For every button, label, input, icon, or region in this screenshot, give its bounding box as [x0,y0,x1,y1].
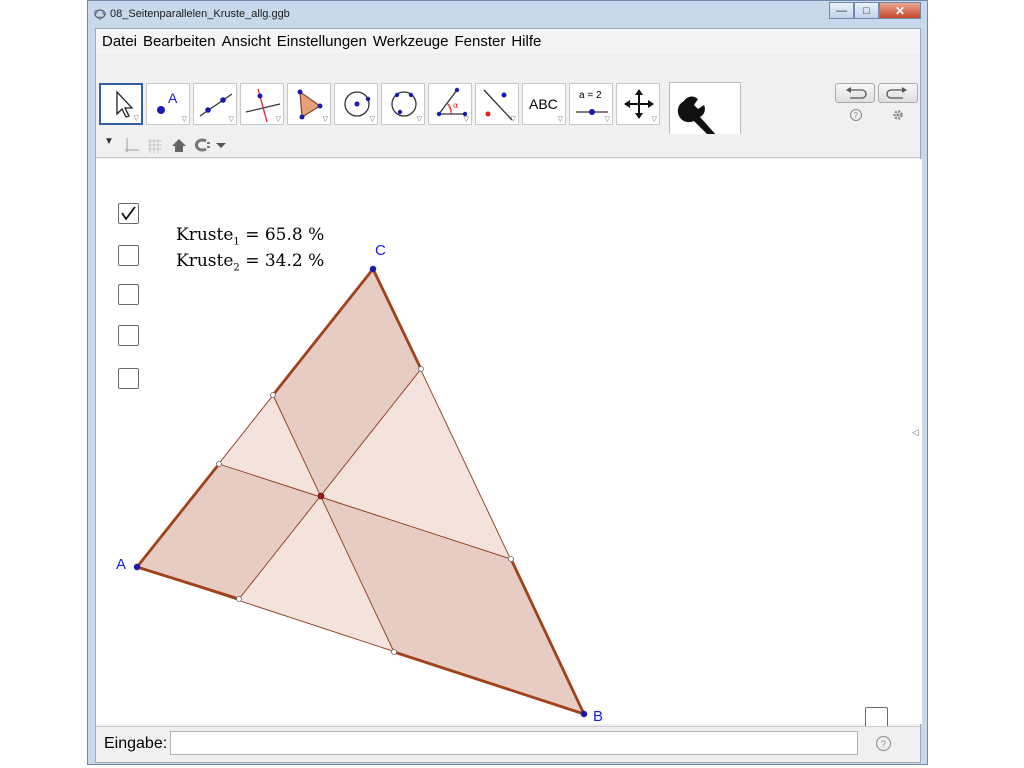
slider-tool-button[interactable]: a = 2 ▽ [569,83,613,125]
home-icon[interactable] [171,137,187,153]
style-bar: ▼ [96,134,920,158]
point-label-c: C [375,242,386,259]
reflect-tool-button[interactable]: ▽ [475,83,519,125]
menu-fenster[interactable]: Fenster [451,33,508,50]
point-label-a: A [116,556,127,573]
checkbox-3[interactable] [118,284,139,305]
kruste2-index: 2 [233,262,240,274]
input-bar: Eingabe: ? [96,726,920,762]
algebra-view-toggle-icon[interactable]: ◁ [912,427,922,443]
redo-button[interactable] [878,83,918,103]
graphics-view[interactable]: Kruste1 = 65.8 % Kruste2 = 34.2 % A B C … [96,159,922,730]
undo-button[interactable] [835,83,875,103]
line-tool-button[interactable]: ▽ [193,83,237,125]
menu-werkzeuge[interactable]: Werkzeuge [370,33,452,50]
kruste1-name: Kruste [176,225,234,245]
text-tool-button[interactable]: ABC ▽ [522,83,566,125]
checkbox-4[interactable] [118,325,139,346]
angle-tool-button[interactable]: α ▽ [428,83,472,125]
kruste1-text: Kruste1 = 65.8 % [176,225,324,247]
window-title: 08_Seitenparallelen_Kruste_allg.ggb [110,8,290,20]
kruste2-name: Kruste [176,251,234,271]
checkbox-2[interactable] [118,245,139,266]
undo-icon [846,87,867,99]
grid-icon[interactable] [146,137,164,155]
minimize-button[interactable]: — [829,2,854,19]
app-client: Datei Bearbeiten Ansicht Einstellungen W… [95,28,922,763]
polygon-tool-button[interactable]: ▽ [287,83,331,125]
menu-bar: Datei Bearbeiten Ansicht Einstellungen W… [96,29,920,53]
input-label: Eingabe: [104,735,168,752]
menu-ansicht[interactable]: Ansicht [219,33,274,50]
menu-einstellungen[interactable]: Einstellungen [274,33,370,50]
text-tool-label: ABC [529,96,558,112]
circle-center-tool-button[interactable]: ▽ [334,83,378,125]
svg-text:?: ? [854,111,859,120]
perpendicular-tool-button[interactable]: ▽ [240,83,284,125]
point-capturing-icon[interactable] [194,137,230,153]
menu-bearbeiten[interactable]: Bearbeiten [140,33,219,50]
menu-datei[interactable]: Datei [99,33,140,50]
gear-icon[interactable] [891,108,905,122]
input-field[interactable] [170,731,858,755]
toolbar: ▽ A ▽ ▽ ▽ ▽ ▽ ▽ α ▽ ▽ ABC ▽ a = 2 ▽ ▽ ? [96,54,920,171]
kruste2-value: = 34.2 % [245,251,325,271]
checkbox-5[interactable] [118,368,139,389]
window-controls: — □ ✕ [829,2,921,20]
help-icon[interactable]: ? [849,108,863,122]
stylebar-toggle-icon[interactable]: ▼ [104,136,114,147]
geogebra-icon [94,9,106,20]
checkmark-icon [121,206,136,221]
move-tool-button[interactable]: ▽ [99,83,143,125]
close-button[interactable]: ✕ [879,2,921,19]
point-tool-label: A [168,90,178,106]
redo-icon [886,87,907,99]
kruste1-index: 1 [233,236,240,248]
kruste1-value: = 65.8 % [245,225,325,245]
move-view-tool-button[interactable]: ▽ [616,83,660,125]
app-window: 08_Seitenparallelen_Kruste_allg.ggb — □ … [87,0,928,765]
svg-text:α: α [453,101,459,110]
point-tool-button[interactable]: A ▽ [146,83,190,125]
axes-icon[interactable] [122,137,140,155]
kruste2-text: Kruste2 = 34.2 % [176,251,324,273]
circle-three-points-tool-button[interactable]: ▽ [381,83,425,125]
menu-hilfe[interactable]: Hilfe [508,33,544,50]
svg-text:?: ? [881,740,887,751]
maximize-button[interactable]: □ [854,2,879,19]
point-label-b: B [593,708,604,725]
input-help-icon[interactable]: ? [875,735,892,752]
title-bar: 08_Seitenparallelen_Kruste_allg.ggb — □ … [88,1,927,27]
checkbox-1[interactable] [118,203,139,224]
